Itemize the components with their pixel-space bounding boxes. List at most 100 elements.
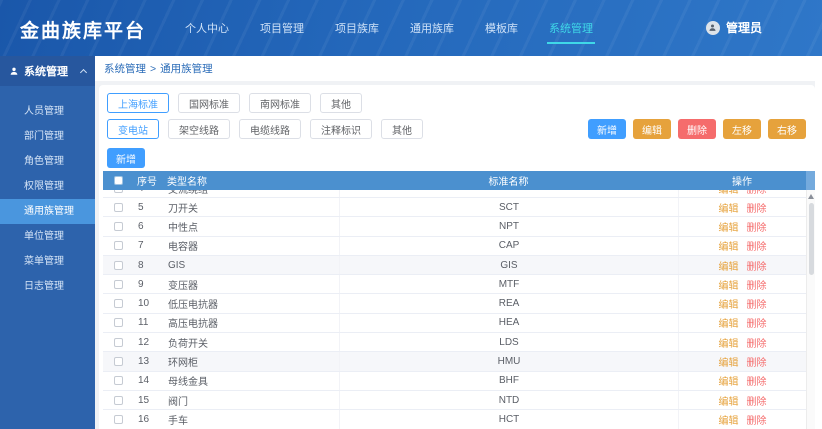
delete-button[interactable]: 删除 <box>678 119 716 139</box>
nav-item[interactable]: 模板库 <box>483 12 520 44</box>
delete-link[interactable]: 删除 <box>747 258 767 273</box>
move-left-button[interactable]: 左移 <box>723 119 761 139</box>
standard-filter-button[interactable]: 上海标准 <box>107 93 169 113</box>
delete-link[interactable]: 删除 <box>747 277 767 292</box>
edit-link[interactable]: 编辑 <box>719 335 739 350</box>
category-filter-button[interactable]: 注释标识 <box>310 119 372 139</box>
delete-link[interactable]: 删除 <box>747 200 767 215</box>
row-checkbox[interactable] <box>113 337 123 347</box>
sidebar-item[interactable]: 部门管理 <box>0 124 95 149</box>
category-filter-button[interactable]: 变电站 <box>107 119 159 139</box>
row-seq: 16 <box>138 413 150 425</box>
row-checkbox[interactable] <box>113 279 123 289</box>
table-row: 5 刀开关 SCT 编辑 删除 <box>103 198 806 218</box>
scroll-up-icon[interactable] <box>808 194 814 199</box>
select-all-cell <box>103 176 133 185</box>
sidebar-item[interactable]: 通用族管理 <box>0 199 95 224</box>
edit-link[interactable]: 编辑 <box>719 296 739 311</box>
row-code: BHF <box>339 371 678 390</box>
sidebar: 系统管理 人员管理 部门管理 角色管理 权限管理 通用族管理 单位管理 菜单管理 日志管理 <box>0 56 95 429</box>
row-checkbox[interactable] <box>113 221 123 231</box>
delete-link[interactable]: 删除 <box>747 412 767 427</box>
edit-link[interactable]: 编辑 <box>719 315 739 330</box>
row-actions: 编辑 删除 <box>678 198 806 217</box>
delete-link[interactable]: 删除 <box>747 335 767 350</box>
scrollbar-thumb[interactable] <box>809 203 814 275</box>
row-checkbox[interactable] <box>113 299 123 309</box>
delete-link[interactable]: 删除 <box>747 393 767 408</box>
edit-button[interactable]: 编辑 <box>633 119 671 139</box>
row-actions: 编辑 删除 <box>678 352 806 371</box>
category-filter-button[interactable]: 电缆线路 <box>239 119 301 139</box>
delete-link[interactable]: 删除 <box>747 238 767 253</box>
row-checkbox[interactable] <box>113 241 123 251</box>
edit-link[interactable]: 编辑 <box>719 373 739 388</box>
select-all-checkbox[interactable] <box>113 176 123 185</box>
sidebar-item[interactable]: 人员管理 <box>0 99 95 124</box>
edit-link[interactable]: 编辑 <box>719 258 739 273</box>
standard-filter-button[interactable]: 南网标准 <box>249 93 311 113</box>
add-row-button[interactable]: 新增 <box>107 148 145 168</box>
row-actions: 编辑 删除 <box>678 236 806 255</box>
delete-link[interactable]: 删除 <box>747 219 767 234</box>
delete-link[interactable]: 删除 <box>747 315 767 330</box>
sidebar-item[interactable]: 单位管理 <box>0 224 95 249</box>
row-checkbox[interactable] <box>113 376 123 386</box>
move-right-button[interactable]: 右移 <box>768 119 806 139</box>
row-checkbox[interactable] <box>113 414 123 424</box>
row-name: 交流绕组 <box>168 190 208 196</box>
table-row: 12 负荷开关 LDS 编辑 删除 <box>103 333 806 353</box>
nav-item[interactable]: 项目族库 <box>333 12 381 44</box>
edit-link[interactable]: 编辑 <box>719 190 739 196</box>
user-menu[interactable]: 管理员 <box>705 19 762 36</box>
row-seq: 7 <box>138 240 144 252</box>
add-button[interactable]: 新增 <box>588 119 626 139</box>
row-code: GIS <box>339 255 678 275</box>
sidebar-item[interactable]: 角色管理 <box>0 149 95 174</box>
table-scrollbar[interactable] <box>806 190 815 429</box>
sidebar-item[interactable]: 日志管理 <box>0 274 95 299</box>
row-name: 负荷开关 <box>168 338 208 350</box>
nav-item[interactable]: 系统管理 <box>547 12 595 44</box>
nav-item[interactable]: 项目管理 <box>258 12 306 44</box>
header-scrollbar-cap <box>806 171 815 190</box>
row-checkbox[interactable] <box>113 202 123 212</box>
delete-link[interactable]: 删除 <box>747 354 767 369</box>
standard-filter-button[interactable]: 其他 <box>320 93 362 113</box>
row-seq: 8 <box>138 259 144 271</box>
standard-filter-button[interactable]: 国网标准 <box>178 93 240 113</box>
row-checkbox[interactable] <box>113 260 123 270</box>
sidebar-item[interactable]: 菜单管理 <box>0 249 95 274</box>
nav-item[interactable]: 个人中心 <box>183 12 231 44</box>
edit-link[interactable]: 编辑 <box>719 238 739 253</box>
main-content: 系统管理 > 通用族管理 上海标准 国网标准 南网标准 其他 变电站 架空线路 电缆线路注… <box>95 56 815 429</box>
row-checkbox-cell <box>103 260 133 270</box>
row-checkbox-cell <box>103 279 133 289</box>
delete-link[interactable]: 删除 <box>747 296 767 311</box>
edit-link[interactable]: 编辑 <box>719 393 739 408</box>
edit-link[interactable]: 编辑 <box>719 412 739 427</box>
row-checkbox[interactable] <box>113 318 123 328</box>
row-checkbox-cell <box>103 299 133 309</box>
edit-link[interactable]: 编辑 <box>719 219 739 234</box>
row-seq: 12 <box>138 336 150 348</box>
delete-link[interactable]: 删除 <box>747 190 767 196</box>
edit-link[interactable]: 编辑 <box>719 277 739 292</box>
breadcrumb-root[interactable]: 系统管理 <box>104 61 146 76</box>
edit-link[interactable]: 编辑 <box>719 200 739 215</box>
delete-link[interactable]: 删除 <box>747 373 767 388</box>
category-filter-button[interactable]: 其他 <box>381 119 423 139</box>
table-header: 序号 类型名称 标准名称 操作 <box>103 171 815 190</box>
row-checkbox[interactable] <box>113 357 123 367</box>
column-header-code: 标准名称 <box>488 177 529 188</box>
edit-link[interactable]: 编辑 <box>719 354 739 369</box>
row-checkbox[interactable] <box>113 190 123 193</box>
row-checkbox-cell <box>103 337 133 347</box>
row-checkbox[interactable] <box>113 395 123 405</box>
page-right-margin <box>815 56 822 429</box>
sidebar-menu: 人员管理 部门管理 角色管理 权限管理 通用族管理 单位管理 菜单管理 日志管理 <box>0 99 95 299</box>
category-filter-button[interactable]: 架空线路 <box>168 119 230 139</box>
sidebar-item[interactable]: 权限管理 <box>0 174 95 199</box>
nav-item[interactable]: 通用族库 <box>408 12 456 44</box>
sidebar-group-system[interactable]: 系统管理 <box>0 56 95 86</box>
